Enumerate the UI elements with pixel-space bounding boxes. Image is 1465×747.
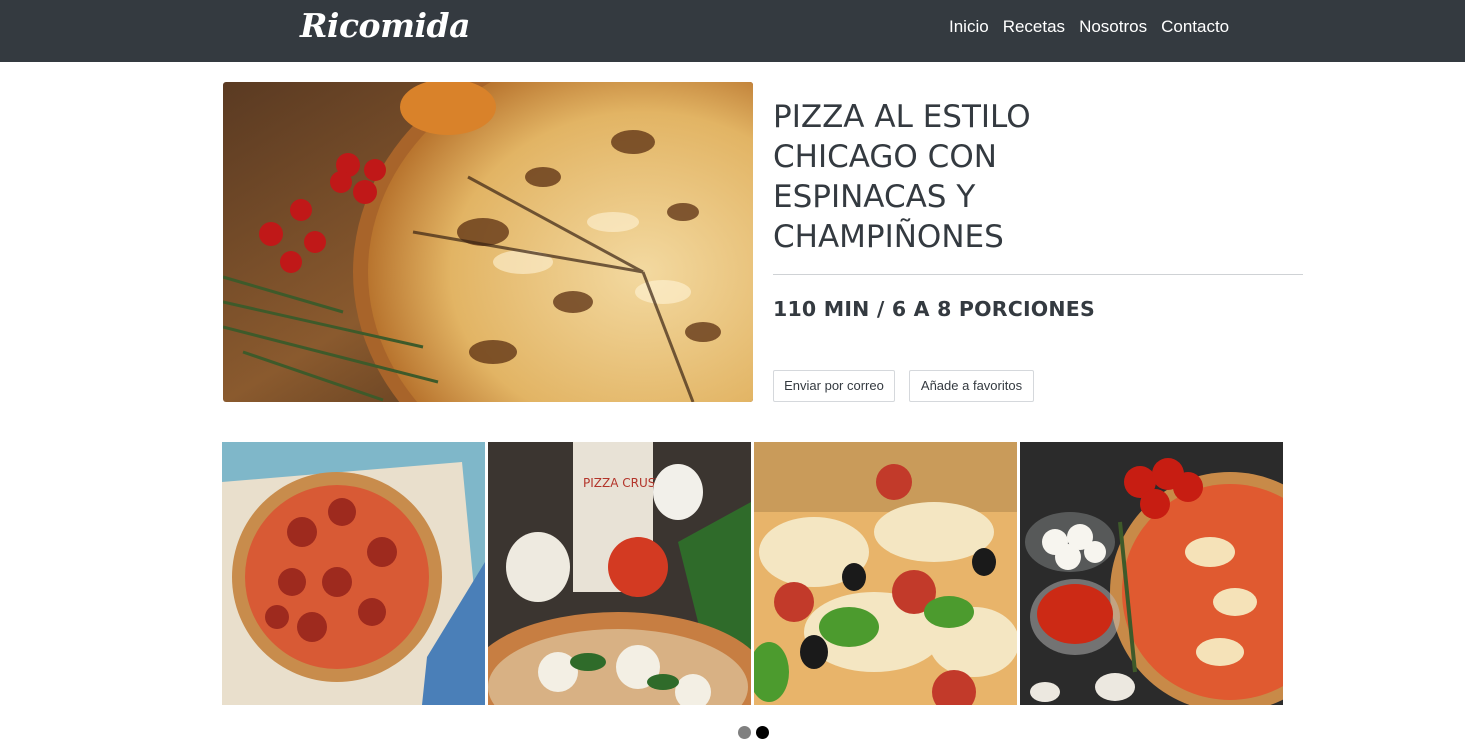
nav-link-contacto[interactable]: Contacto: [1154, 17, 1236, 37]
nav-link-inicio[interactable]: Inicio: [942, 17, 996, 37]
nav-link-recetas[interactable]: Recetas: [996, 17, 1072, 37]
send-email-button[interactable]: Enviar por correo: [773, 370, 895, 402]
image-gallery: PIZZA CRUST: [222, 442, 1283, 705]
nav-link-nosotros[interactable]: Nosotros: [1072, 17, 1154, 37]
carousel-dot-1[interactable]: [738, 726, 751, 739]
navbar: Ricomida Inicio Recetas Nosotros Contact…: [0, 0, 1465, 62]
carousel-dot-2[interactable]: [756, 726, 769, 739]
recipe-meta: 110 MIN / 6 A 8 PORCIONES: [773, 297, 1095, 321]
gallery-image-supreme[interactable]: [754, 442, 1017, 705]
gallery-image-margherita[interactable]: PIZZA CRUST: [488, 442, 751, 705]
gallery-image-tomato-mozzarella[interactable]: [1020, 442, 1283, 705]
hero-pizza-image: [223, 82, 753, 402]
gallery-image-pepperoni[interactable]: [222, 442, 485, 705]
carousel-indicators: [738, 726, 769, 739]
title-divider: [773, 274, 1303, 275]
add-favorite-button[interactable]: Añade a favoritos: [909, 370, 1034, 402]
recipe-title: PIZZA AL ESTILO CHICAGO CON ESPINACAS Y …: [773, 99, 1031, 255]
svg-text:PIZZA CRUST: PIZZA CRUST: [583, 476, 663, 490]
brand-logo[interactable]: Ricomida: [300, 6, 470, 45]
nav-links: Inicio Recetas Nosotros Contacto: [942, 17, 1236, 37]
